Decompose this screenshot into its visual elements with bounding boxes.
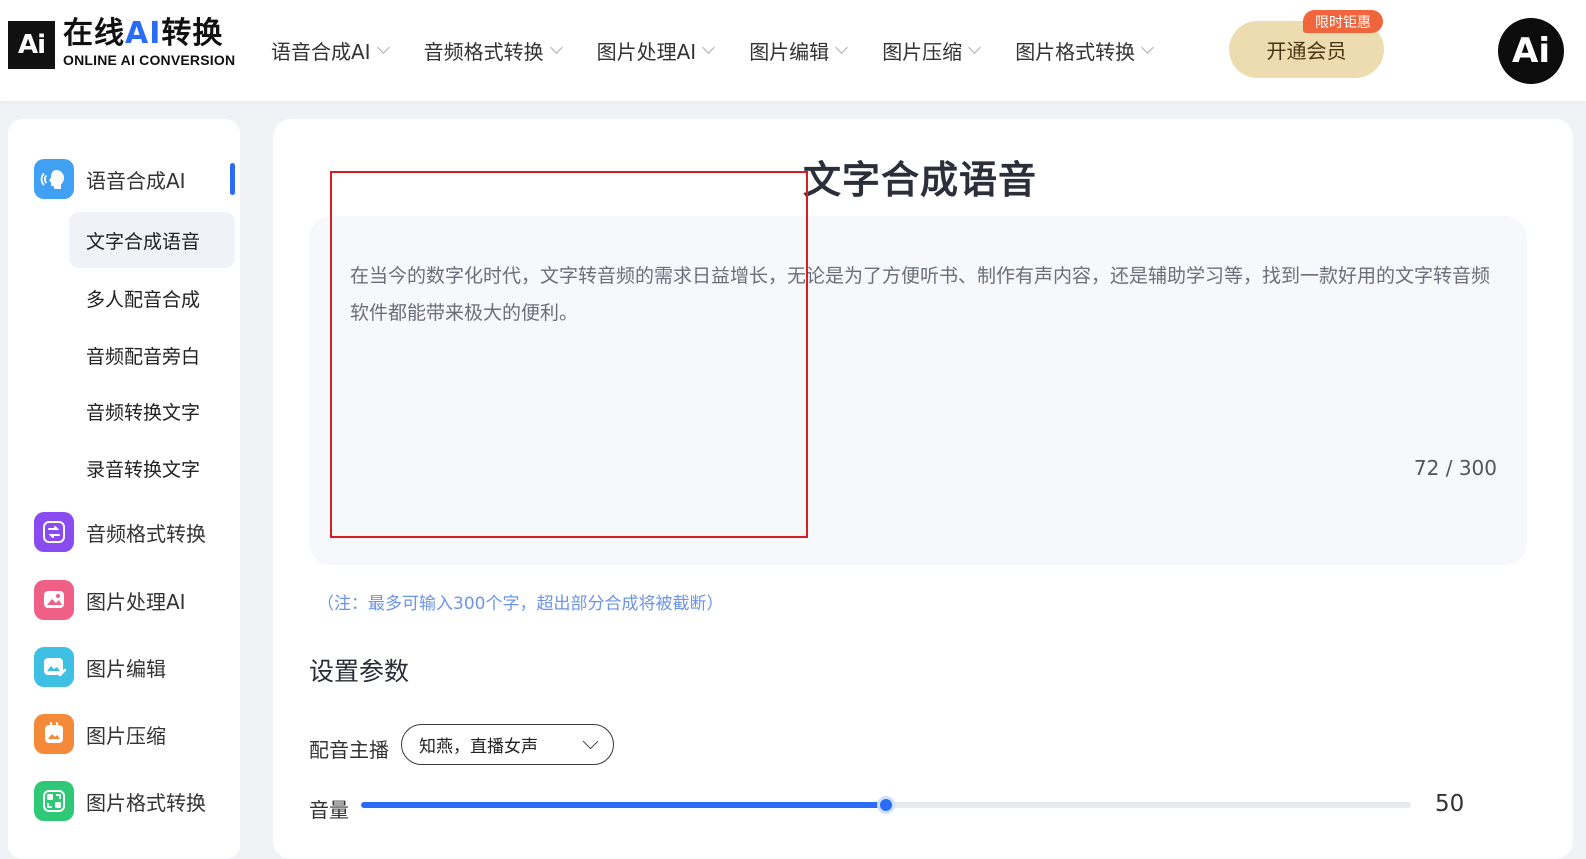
sidebar-sub-audio-to-text[interactable]: 音频转换文字: [69, 383, 235, 439]
nav-image-format[interactable]: 图片格式转换: [1015, 37, 1155, 64]
text-input-content[interactable]: 在当今的数字化时代，文字转音频的需求日益增长，无论是为了方便听书、制作有声内容，…: [350, 258, 1490, 332]
logo-subtitle: ONLINE AI CONVERSION: [63, 52, 236, 68]
chevron-down-icon: [582, 733, 599, 750]
settings-title: 设置参数: [309, 657, 410, 686]
image-ai-icon: [34, 580, 74, 620]
main-nav: 语音合成AI 音频格式转换 图片处理AI 图片编辑 图片压缩 图片格式转换: [271, 37, 1188, 64]
sidebar-sub-multi-voice[interactable]: 多人配音合成: [69, 270, 235, 326]
sidebar-sub-text-to-speech[interactable]: 文字合成语音: [69, 212, 235, 268]
sidebar-item-label: 图片压缩: [86, 723, 166, 748]
sidebar-item-label: 图片处理AI: [86, 589, 186, 614]
chevron-down-icon: [835, 41, 849, 54]
sidebar-item-audio-format[interactable]: 音频格式转换: [8, 511, 240, 553]
sidebar-item-image-edit[interactable]: 图片编辑: [8, 646, 240, 688]
image-convert-icon: [34, 781, 74, 821]
image-edit-icon: [34, 647, 74, 687]
speech-icon: [34, 159, 74, 199]
volume-slider-fill: [361, 802, 886, 808]
chevron-down-icon: [968, 41, 982, 54]
nav-image-compress[interactable]: 图片压缩: [882, 37, 982, 64]
sidebar-item-label: 图片格式转换: [86, 790, 206, 815]
chevron-down-icon: [702, 41, 716, 54]
sidebar-item-speech-ai[interactable]: 语音合成AI: [8, 158, 240, 200]
top-header: Ai 在线AI转换 ONLINE AI CONVERSION 语音合成AI 音频…: [0, 0, 1586, 101]
volume-slider-thumb[interactable]: [877, 796, 895, 814]
promo-badge: 限时钜惠: [1303, 10, 1383, 33]
sidebar: 语音合成AI 文字合成语音 多人配音合成 音频配音旁白 音频转换文字 录音转换文…: [8, 119, 240, 859]
nav-image-edit[interactable]: 图片编辑: [749, 37, 849, 64]
sidebar-item-label: 语音合成AI: [86, 168, 186, 193]
user-avatar[interactable]: Ai: [1498, 18, 1564, 84]
audio-convert-icon: [34, 512, 74, 552]
volume-label: 音量: [309, 798, 349, 822]
nav-image-ai[interactable]: 图片处理AI: [597, 37, 716, 64]
sidebar-item-label: 图片编辑: [86, 656, 166, 681]
voice-label: 配音主播: [309, 738, 389, 762]
sidebar-sub-recording-to-text[interactable]: 录音转换文字: [69, 440, 235, 496]
volume-value: 50: [1435, 791, 1465, 817]
main-panel: 文字合成语音 在当今的数字化时代，文字转音频的需求日益增长，无论是为了方便听书、…: [273, 119, 1573, 859]
logo-badge: Ai: [8, 21, 55, 69]
volume-slider[interactable]: [361, 796, 1411, 814]
nav-audio-format[interactable]: 音频格式转换: [424, 37, 563, 64]
sidebar-sub-narration[interactable]: 音频配音旁白: [69, 327, 235, 383]
input-limit-note: （注：最多可输入300个字，超出部分合成将被截断）: [317, 594, 724, 614]
nav-speech-ai[interactable]: 语音合成AI: [271, 37, 390, 64]
image-compress-icon: [34, 714, 74, 754]
chevron-down-icon: [376, 41, 390, 54]
sidebar-item-image-ai[interactable]: 图片处理AI: [8, 579, 240, 621]
chevron-down-icon: [1141, 41, 1155, 54]
chevron-down-icon: [549, 41, 563, 54]
voice-select-value: 知燕，直播女声: [419, 737, 538, 757]
sidebar-item-image-format[interactable]: 图片格式转换: [8, 780, 240, 822]
site-logo[interactable]: Ai 在线AI转换 ONLINE AI CONVERSION: [8, 16, 236, 69]
text-input-area[interactable]: 在当今的数字化时代，文字转音频的需求日益增长，无论是为了方便听书、制作有声内容，…: [309, 216, 1527, 565]
active-indicator: [230, 163, 235, 195]
voice-select[interactable]: 知燕，直播女声: [401, 724, 614, 765]
logo-title: 在线AI转换: [63, 16, 224, 51]
sidebar-item-image-compress[interactable]: 图片压缩: [8, 713, 240, 755]
sidebar-item-label: 音频格式转换: [86, 521, 206, 546]
page-title: 文字合成语音: [803, 158, 1038, 202]
char-counter: 72 / 300: [1413, 456, 1497, 480]
